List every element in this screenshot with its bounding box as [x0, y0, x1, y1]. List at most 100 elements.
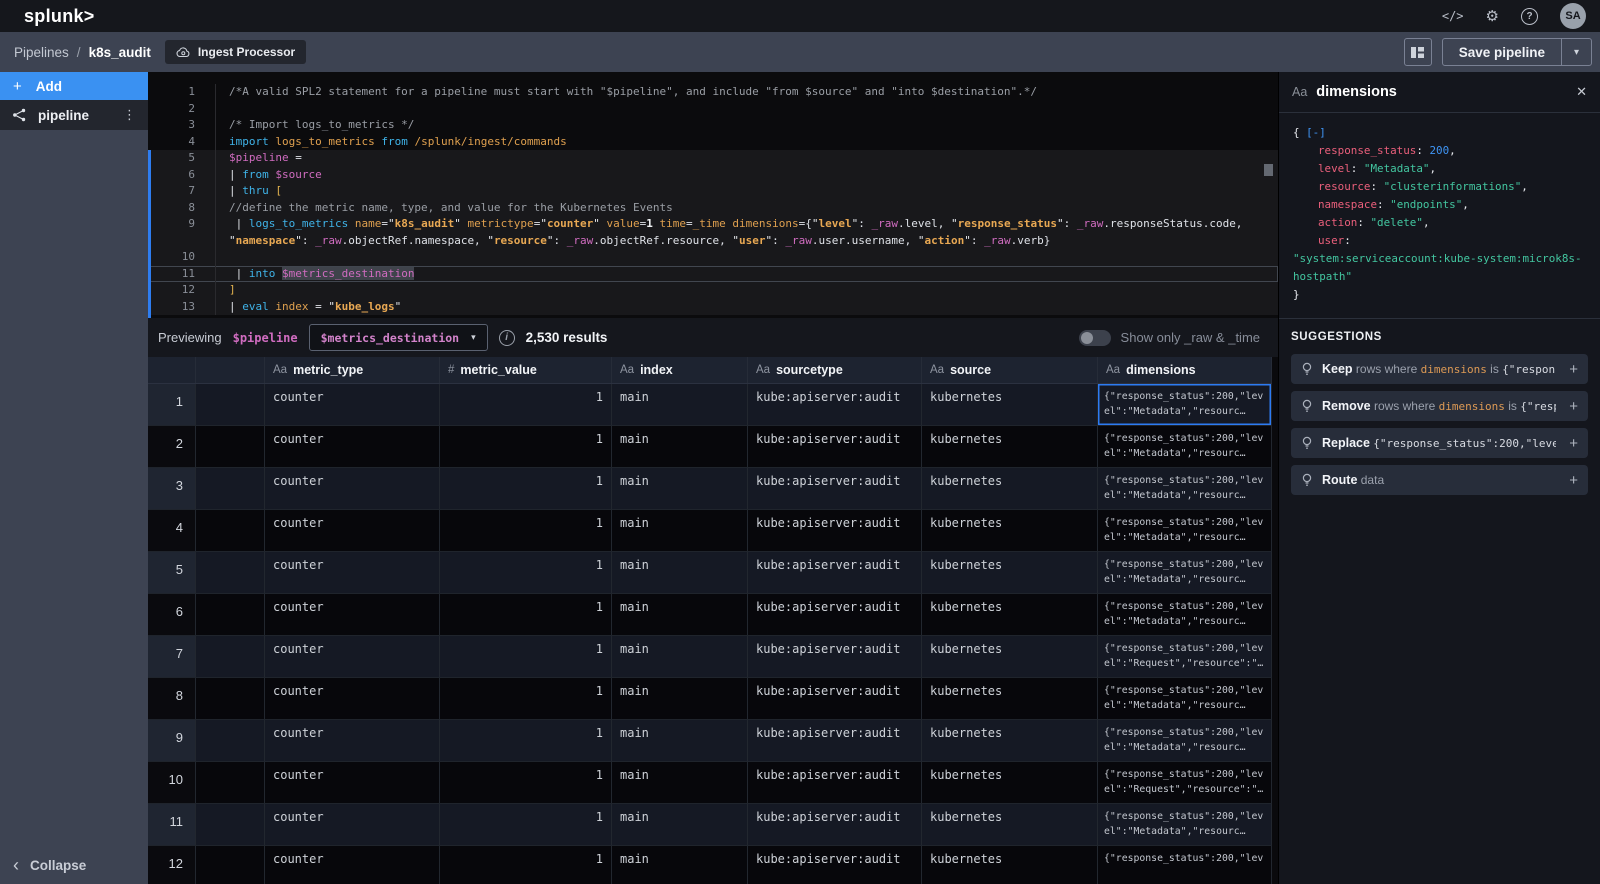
table-cell[interactable]: main	[612, 636, 748, 678]
table-cell[interactable]: kubernetes	[922, 762, 1098, 804]
table-cell[interactable]: kube:apiserver:audit	[748, 594, 922, 636]
table-cell[interactable]: counter	[265, 510, 440, 552]
column-header-source[interactable]: Aasource	[922, 357, 1098, 383]
table-cell[interactable]: kubernetes	[922, 804, 1098, 846]
add-suggestion-icon[interactable]: +	[1569, 472, 1578, 489]
table-cell[interactable]: counter	[265, 426, 440, 468]
column-header-dimensions[interactable]: Aadimensions	[1098, 357, 1272, 383]
table-cell[interactable]	[196, 846, 265, 884]
collapse-sidebar-button[interactable]: ‹ Collapse	[0, 846, 148, 884]
table-cell[interactable]: counter	[265, 762, 440, 804]
table-cell[interactable]: main	[612, 384, 748, 426]
table-cell[interactable]: kubernetes	[922, 426, 1098, 468]
table-cell[interactable]: kubernetes	[922, 552, 1098, 594]
table-cell[interactable]: main	[612, 426, 748, 468]
table-cell[interactable]: kube:apiserver:audit	[748, 384, 922, 426]
table-cell[interactable]: main	[612, 552, 748, 594]
table-cell[interactable]: kube:apiserver:audit	[748, 510, 922, 552]
table-cell[interactable]: kube:apiserver:audit	[748, 804, 922, 846]
row-number[interactable]: 8	[148, 678, 196, 720]
info-icon[interactable]: i	[499, 330, 515, 346]
close-icon[interactable]: ✕	[1576, 84, 1587, 100]
row-number[interactable]: 2	[148, 426, 196, 468]
table-cell[interactable]: 1	[440, 636, 612, 678]
table-cell[interactable]: kubernetes	[922, 636, 1098, 678]
table-cell[interactable]: counter	[265, 384, 440, 426]
table-cell[interactable]: kube:apiserver:audit	[748, 426, 922, 468]
add-button[interactable]: + Add	[0, 72, 148, 100]
dimensions-cell[interactable]: {"response_status":200,"level":"Metadata…	[1098, 552, 1272, 594]
table-cell[interactable]: counter	[265, 594, 440, 636]
table-cell[interactable]: 1	[440, 804, 612, 846]
table-cell[interactable]: counter	[265, 720, 440, 762]
editor-scroll-marker[interactable]	[1264, 164, 1273, 176]
table-cell[interactable]: kube:apiserver:audit	[748, 552, 922, 594]
table-cell[interactable]: 1	[440, 846, 612, 884]
table-cell[interactable]: kubernetes	[922, 384, 1098, 426]
column-header-metric_type[interactable]: Aametric_type	[265, 357, 440, 383]
table-cell[interactable]: main	[612, 510, 748, 552]
table-cell[interactable]: counter	[265, 468, 440, 510]
table-cell[interactable]	[196, 804, 265, 846]
kebab-menu-icon[interactable]: ⋮	[123, 107, 136, 123]
table-cell[interactable]	[196, 594, 265, 636]
breadcrumb-pipelines[interactable]: Pipelines	[14, 45, 69, 60]
table-cell[interactable]	[196, 762, 265, 804]
row-number[interactable]: 4	[148, 510, 196, 552]
row-number[interactable]: 6	[148, 594, 196, 636]
table-cell[interactable]: 1	[440, 678, 612, 720]
table-cell[interactable]	[196, 384, 265, 426]
row-number[interactable]: 5	[148, 552, 196, 594]
row-number[interactable]: 9	[148, 720, 196, 762]
dimensions-cell[interactable]: {"response_status":200,"level":"Metadata…	[1098, 426, 1272, 468]
row-number[interactable]: 1	[148, 384, 196, 426]
dimensions-cell[interactable]: {"response_status":200,"level":"Metadata…	[1098, 804, 1272, 846]
dimensions-cell[interactable]: {"response_status":200,"level":"Metadata…	[1098, 510, 1272, 552]
table-cell[interactable]: main	[612, 468, 748, 510]
show-raw-time-toggle[interactable]	[1079, 330, 1111, 346]
table-cell[interactable]: main	[612, 720, 748, 762]
table-cell[interactable]	[196, 468, 265, 510]
table-cell[interactable]: main	[612, 678, 748, 720]
column-header-index[interactable]: Aaindex	[612, 357, 748, 383]
avatar[interactable]: SA	[1560, 3, 1586, 29]
code-icon[interactable]: </>	[1442, 9, 1464, 23]
row-number[interactable]: 11	[148, 804, 196, 846]
table-cell[interactable]: kubernetes	[922, 510, 1098, 552]
dimensions-cell[interactable]: {"response_status":200,"level":"Request"…	[1098, 762, 1272, 804]
table-cell[interactable]: kubernetes	[922, 468, 1098, 510]
table-cell[interactable]	[196, 720, 265, 762]
table-cell[interactable]: 1	[440, 594, 612, 636]
table-cell[interactable]: 1	[440, 468, 612, 510]
table-cell[interactable]: kubernetes	[922, 720, 1098, 762]
add-suggestion-icon[interactable]: +	[1569, 398, 1578, 415]
table-cell[interactable]	[196, 510, 265, 552]
suggestion-keep[interactable]: Keep rows where dimensions is {"response…	[1291, 354, 1588, 384]
table-cell[interactable]: kubernetes	[922, 846, 1098, 884]
row-number[interactable]: 7	[148, 636, 196, 678]
table-cell[interactable]: main	[612, 804, 748, 846]
table-cell[interactable]: main	[612, 846, 748, 884]
table-cell[interactable]: kubernetes	[922, 678, 1098, 720]
table-cell[interactable]: 1	[440, 510, 612, 552]
table-cell[interactable]: main	[612, 594, 748, 636]
table-cell[interactable]: counter	[265, 552, 440, 594]
add-suggestion-icon[interactable]: +	[1569, 435, 1578, 452]
table-cell[interactable]: kube:apiserver:audit	[748, 636, 922, 678]
dimensions-cell[interactable]: {"response_status":200,"lev	[1098, 846, 1272, 884]
table-cell[interactable]: kube:apiserver:audit	[748, 720, 922, 762]
collapse-json-toggle[interactable]: [-]	[1306, 126, 1326, 139]
suggestion-remove[interactable]: Remove rows where dimensions is {"respon…	[1291, 391, 1588, 421]
column-header-metric_value[interactable]: #metric_value	[440, 357, 612, 383]
dimensions-cell[interactable]: {"response_status":200,"level":"Metadata…	[1098, 678, 1272, 720]
table-cell[interactable]: kube:apiserver:audit	[748, 468, 922, 510]
table-cell[interactable]: 1	[440, 384, 612, 426]
table-cell[interactable]: kubernetes	[922, 594, 1098, 636]
table-cell[interactable]: 1	[440, 552, 612, 594]
column-header-sourcetype[interactable]: Aasourcetype	[748, 357, 922, 383]
table-cell[interactable]: main	[612, 762, 748, 804]
add-suggestion-icon[interactable]: +	[1569, 361, 1578, 378]
table-cell[interactable]: 1	[440, 720, 612, 762]
destination-dropdown[interactable]: $metrics_destination ▾	[309, 324, 488, 351]
table-cell[interactable]	[196, 552, 265, 594]
